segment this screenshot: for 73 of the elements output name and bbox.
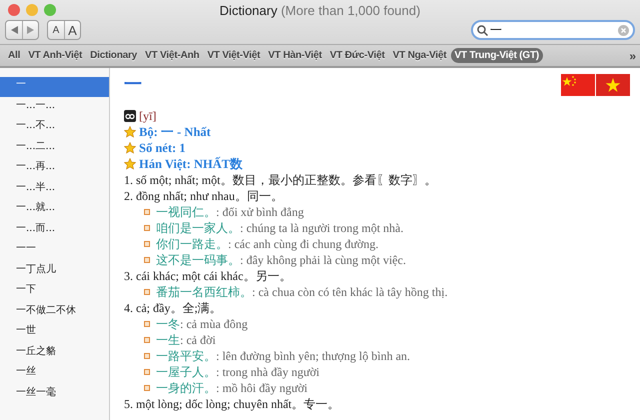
window-control-button[interactable] (26, 4, 38, 16)
bullet-icon (144, 337, 150, 343)
bullet-icon (144, 369, 150, 375)
more-tabs-button[interactable]: » (629, 48, 636, 62)
word-list-item[interactable]: 一...就... (0, 200, 109, 220)
dictionary-tab[interactable]: Dictionary (86, 48, 142, 63)
word-list-item[interactable]: 一丁点儿 (0, 262, 109, 282)
star-icon (124, 158, 136, 170)
example-text: 一身的汗。: mồ hôi đầy người (156, 380, 308, 396)
search-icon (477, 24, 488, 36)
word-list-item[interactable]: 一...不... (0, 118, 109, 138)
example-text: 你们一路走。: các anh cùng đi chung đường. (156, 236, 378, 252)
entry-info: Số nét: 1 (139, 140, 186, 156)
bullet-icon (144, 241, 150, 247)
star-icon (124, 126, 136, 138)
dictionary-tab[interactable]: All (4, 48, 24, 63)
definition-text: 3. cái khác; một cái khác。另一。 (124, 268, 292, 284)
vietnam-flag-icon (596, 74, 630, 96)
smaller-font-button[interactable]: A (48, 21, 64, 39)
bullet-icon (144, 225, 150, 231)
example-text: 番茄一名西红柿。: cà chua còn có tên khác là tây hồng thị. (156, 284, 448, 300)
search-field[interactable]: 一 (471, 20, 635, 40)
dictionary-tab[interactable]: VT Trung-Việt (GT) (450, 48, 544, 63)
word-list-item[interactable]: 一 (0, 77, 109, 97)
window-control-button[interactable] (44, 4, 56, 16)
example-text: 一视同仁。: đối xử bình đẳng (156, 204, 304, 220)
word-list-item[interactable]: 一...再... (0, 159, 109, 179)
definition-text: 2. đồng nhất; như nhau。同一。 (124, 188, 284, 204)
example-text: 一路平安。: lên đường bình yên; thượng lộ bình an. (156, 348, 410, 364)
bullet-icon (144, 209, 150, 215)
pronunciation-icon[interactable] (124, 110, 136, 122)
china-flag-icon (561, 74, 595, 96)
pinyin-text: [yī] (139, 108, 156, 124)
bullet-icon (144, 289, 150, 295)
clear-icon[interactable] (618, 24, 629, 36)
dictionary-tab[interactable]: VT Đức-Việt (326, 48, 389, 63)
word-list-item[interactable]: 一...半... (0, 180, 109, 200)
forward-arrow-icon (27, 26, 34, 34)
word-list-item[interactable]: 一丝 (0, 364, 109, 384)
word-list-item[interactable]: 一...而... (0, 220, 109, 240)
example-text: 这不是一码事。: đây không phải là cùng một việc. (156, 252, 406, 268)
word-list-item[interactable]: 一丘之貉 (0, 344, 109, 364)
definition-text: 5. một lòng; dốc lòng; chuyên nhất。专一。 (124, 396, 341, 412)
word-list-item[interactable]: 一下 (0, 282, 109, 302)
dictionary-tab[interactable]: VT Việt-Anh (141, 48, 204, 63)
bullet-icon (144, 257, 150, 263)
bullet-icon (144, 353, 150, 359)
entry-info: Bộ: 一 - Nhất (139, 124, 211, 140)
example-text: 一生: cả đời (156, 332, 216, 348)
word-list-item[interactable]: 一世 (0, 323, 109, 343)
entry-info: Hán Việt: NHẤT数 (139, 156, 243, 172)
example-text: 一屋子人。: trong nhà đầy người (156, 364, 320, 380)
back-arrow-icon (10, 26, 18, 34)
dictionary-tab[interactable]: VT Hàn-Việt (264, 48, 326, 63)
definition-text: 1. số một; nhất; một。数目，最小的正整数。参看〖数字〗。 (124, 172, 438, 188)
bullet-icon (144, 321, 150, 327)
window-title: Dictionary (More than 1,000 found) (220, 2, 420, 18)
window-control-button[interactable] (8, 4, 20, 16)
bullet-icon (144, 385, 150, 391)
example-text: 一冬: cả mùa đông (156, 316, 248, 332)
dictionary-tab[interactable]: VT Nga-Việt (388, 48, 450, 63)
word-list-item[interactable]: 一一 (0, 241, 109, 261)
dictionary-tab[interactable]: VT Việt-Việt (203, 48, 264, 63)
headword: 一 (124, 73, 142, 96)
example-text: 咱们是一家人。: chúng ta là người trong một nhà. (156, 220, 404, 236)
word-list-item[interactable]: 一丝一毫 (0, 384, 109, 404)
definition-text: 4. cả; đầy。全;满。 (124, 300, 223, 316)
larger-font-button[interactable]: A (64, 21, 80, 39)
word-list-item[interactable]: 一...二... (0, 138, 109, 158)
word-list-item[interactable]: 一...一... (0, 98, 109, 118)
dictionary-tab[interactable]: VT Anh-Việt (24, 48, 86, 63)
star-icon (124, 142, 136, 154)
word-list-item[interactable]: 一不做二不休 (0, 302, 109, 322)
